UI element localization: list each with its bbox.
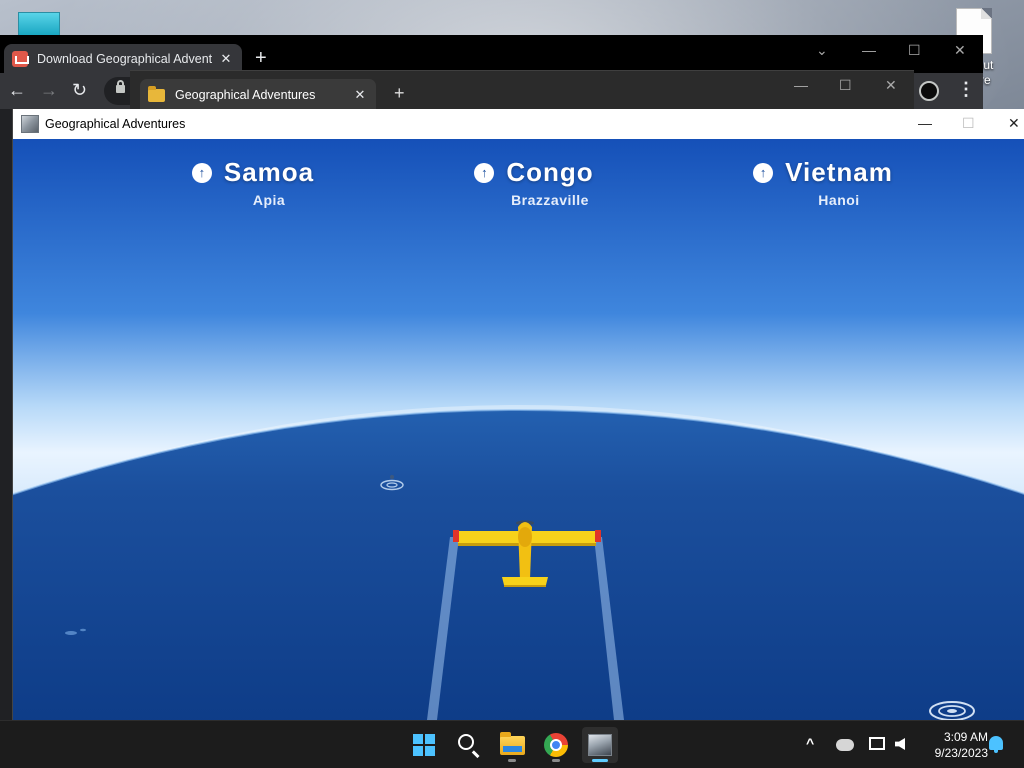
profile-avatar[interactable] xyxy=(919,81,939,101)
game-maximize-button[interactable]: ☐ xyxy=(962,116,975,130)
planet-ocean xyxy=(13,410,1024,720)
chrome-taskbar-button[interactable] xyxy=(538,727,574,763)
clock-date: 9/23/2023 xyxy=(934,746,988,760)
taskbar: ^ 3:09 AM 9/23/2023 xyxy=(0,720,1024,768)
game-close-button[interactable]: ✕ xyxy=(1008,116,1020,130)
search-button[interactable] xyxy=(450,727,486,763)
forward-button[interactable]: → xyxy=(40,81,58,99)
volume-muted-icon[interactable] xyxy=(895,738,905,750)
browser-tab[interactable]: Download Geographical Advent ✕ xyxy=(4,44,242,73)
back-button[interactable]: ← xyxy=(8,81,26,99)
folder-icon xyxy=(148,85,165,102)
browser-menu-button[interactable]: ⋮ xyxy=(957,80,975,98)
browser-tabstrip: Download Geographical Advent ✕ + ⌄ — ☐ ✕ xyxy=(0,35,983,73)
game-viewport[interactable]: ↑ Samoa Apia ↑ Congo Brazzaville ↑ Vietn… xyxy=(13,139,1024,720)
explorer-close-button[interactable]: ✕ xyxy=(885,77,897,94)
lock-icon[interactable] xyxy=(116,80,125,93)
new-tab-button[interactable]: + xyxy=(255,48,267,68)
windows-logo-icon xyxy=(413,734,435,756)
game-scene xyxy=(13,139,1024,720)
file-explorer-taskbar-button[interactable] xyxy=(494,727,530,763)
reload-button[interactable]: ↻ xyxy=(72,81,87,99)
browser-maximize-button[interactable]: ☐ xyxy=(908,42,921,59)
close-tab-icon[interactable]: ✕ xyxy=(218,51,234,67)
system-clock[interactable]: 3:09 AM 9/23/2023 xyxy=(918,729,988,761)
direction-arrow-icon: ↑ xyxy=(474,162,495,183)
running-indicator xyxy=(508,759,516,762)
game-window: Geographical Adventures — ☐ ✕ ↑ Samoa Ap… xyxy=(12,109,1024,720)
file-explorer-icon xyxy=(500,732,525,755)
game-window-title: Geographical Adventures xyxy=(45,117,186,131)
destination-capital: Hanoi xyxy=(818,192,860,208)
explorer-tab[interactable]: Geographical Adventures ✕ xyxy=(140,79,376,111)
search-icon xyxy=(458,734,474,750)
direction-arrow-icon: ↑ xyxy=(191,162,212,183)
geographical-adventures-icon xyxy=(588,734,612,756)
tab-search-chevron-icon[interactable]: ⌄ xyxy=(816,42,828,59)
network-icon[interactable] xyxy=(869,737,885,750)
browser-minimize-button[interactable]: — xyxy=(862,42,876,58)
destination-vietnam: ↑ Vietnam Hanoi xyxy=(713,157,933,208)
destination-samoa: ↑ Samoa Apia xyxy=(153,157,353,208)
explorer-maximize-button[interactable]: ☐ xyxy=(839,77,852,94)
game-minimize-button[interactable]: — xyxy=(918,116,932,130)
running-indicator xyxy=(552,759,560,762)
start-button[interactable] xyxy=(406,727,442,763)
destination-country: Samoa xyxy=(223,157,315,187)
game-app-icon xyxy=(21,115,39,133)
destination-capital: Apia xyxy=(252,192,286,208)
browser-close-button[interactable]: ✕ xyxy=(954,42,966,59)
game-titlebar[interactable]: Geographical Adventures — ☐ ✕ xyxy=(13,109,1024,139)
tray-overflow-chevron-icon[interactable]: ^ xyxy=(806,735,814,751)
onedrive-icon[interactable] xyxy=(836,739,854,751)
itch-favicon-icon xyxy=(12,50,29,67)
file-explorer-window: Geographical Adventures ✕ + — ☐ ✕ xyxy=(130,70,914,111)
explorer-minimize-button[interactable]: — xyxy=(794,77,808,93)
browser-tab-title: Download Geographical Advent xyxy=(37,51,213,66)
destination-congo: ↑ Congo Brazzaville xyxy=(434,157,634,208)
explorer-tab-title: Geographical Adventures xyxy=(175,88,316,102)
direction-arrow-icon: ↑ xyxy=(753,162,774,183)
clock-time: 3:09 AM xyxy=(943,730,988,744)
destination-country: Congo xyxy=(506,157,594,187)
destination-country: Vietnam xyxy=(785,157,893,187)
desktop-shortcut-icon[interactable] xyxy=(18,12,60,36)
close-explorer-tab-icon[interactable]: ✕ xyxy=(352,87,368,103)
chrome-icon xyxy=(544,733,568,757)
game-taskbar-button[interactable] xyxy=(582,727,618,763)
destination-capital: Brazzaville xyxy=(511,192,589,208)
notification-bell-icon[interactable] xyxy=(989,736,1003,753)
active-indicator xyxy=(592,759,608,762)
explorer-new-tab-button[interactable]: + xyxy=(394,84,405,102)
